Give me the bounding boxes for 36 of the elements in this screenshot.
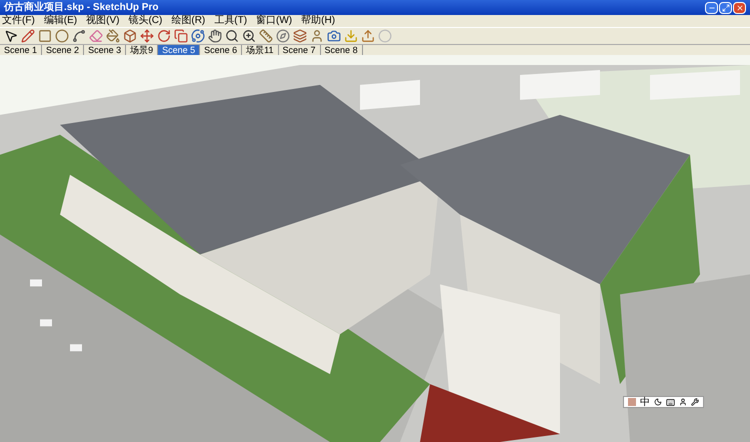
keyboard-icon[interactable] [666,398,675,406]
rectangle-icon[interactable] [38,29,52,43]
menu-item[interactable]: 文件(F) [2,15,35,27]
circle-icon[interactable] [55,29,69,43]
window-title: 仿古商业项目.skp - SketchUp Pro [4,2,158,12]
restore-icon [722,4,730,12]
menu-item[interactable]: 窗口(W) [256,15,292,27]
tape-measure-icon[interactable] [259,29,273,43]
position-camera-icon[interactable] [327,29,341,43]
menu-item[interactable]: 帮助(H) [301,15,336,27]
input-mode-toggle[interactable]: 中 [640,396,650,408]
upload-icon[interactable] [361,29,375,43]
user-icon[interactable] [679,398,687,406]
orbit-icon[interactable] [191,29,205,43]
moon-icon[interactable] [654,398,662,406]
menu-item[interactable]: 视图(V) [86,15,120,27]
menu-item[interactable]: 绘图(R) [171,15,206,27]
wrench-icon[interactable] [691,398,699,406]
minimize-button[interactable] [705,2,718,14]
menu-item[interactable]: 工具(T) [214,15,248,27]
move-icon[interactable] [140,29,154,43]
paint-bucket-icon[interactable] [106,29,120,43]
rotate-icon[interactable] [157,29,171,43]
close-button[interactable] [733,2,746,14]
menu-item[interactable]: 编辑(E) [44,15,78,27]
zoom-icon[interactable] [225,29,239,43]
pan-hand-icon[interactable] [208,29,222,43]
zoom-extents-icon[interactable] [242,29,256,43]
scene-tab[interactable]: Scene 5 [158,44,200,56]
figure-icon[interactable] [310,29,324,43]
arc-icon[interactable] [72,29,86,43]
pencil-icon[interactable] [21,29,35,43]
restore-button[interactable] [719,2,732,14]
select-arrow-icon[interactable] [4,29,18,43]
menu-item[interactable]: 镜头(C) [128,15,162,27]
close-icon [736,4,744,12]
